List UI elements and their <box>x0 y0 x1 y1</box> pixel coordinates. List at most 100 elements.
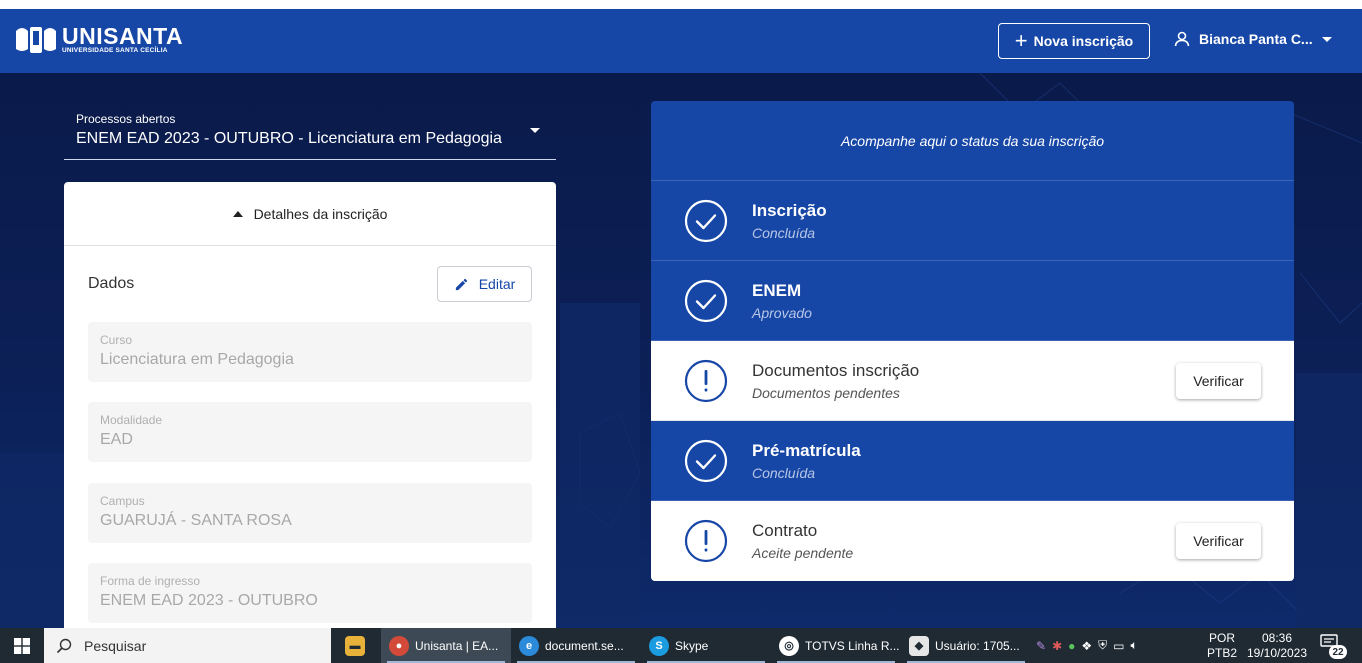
check-circle-icon <box>684 439 728 483</box>
step-title: Documentos inscrição <box>752 361 920 380</box>
notification-center[interactable]: 22 <box>1320 634 1347 659</box>
alert-circle-icon <box>684 359 728 403</box>
verify-contract-button[interactable]: Verificar <box>1176 523 1261 559</box>
step-subtitle: Concluída <box>752 225 816 241</box>
status-heading: Acompanhe aqui o status da sua inscrição <box>651 101 1294 181</box>
field-value: ENEM EAD 2023 - OUTUBRO <box>100 592 318 609</box>
user-menu[interactable]: Bianca Panta C... <box>1174 31 1332 47</box>
field-label: Curso <box>100 333 133 347</box>
check-circle-icon <box>684 199 728 243</box>
app-icon: ◆ <box>909 635 929 656</box>
taskbar-app-skype[interactable]: S Skype <box>641 628 771 663</box>
step-documentos: Documentos inscrição Documentos pendente… <box>651 341 1294 421</box>
unisanta-logo[interactable]: UNISANTA UNIVERSIDADE SANTA CECÍLIA <box>12 23 183 57</box>
search-placeholder: Pesquisar <box>84 637 147 654</box>
chrome-icon: ● <box>389 635 409 656</box>
app-label: document.se... <box>545 638 624 653</box>
step-subtitle: Aprovado <box>752 305 812 321</box>
field-label: Forma de ingresso <box>100 574 201 588</box>
logo-name: UNISANTA <box>62 23 184 49</box>
alert-circle-icon <box>684 519 728 563</box>
check-circle-icon <box>684 279 728 323</box>
language-code: POR <box>1209 631 1236 645</box>
field-value: GUARUJÁ - SANTA ROSA <box>100 512 292 529</box>
step-title: ENEM <box>752 281 802 300</box>
app-label: Usuário: 1705... <box>935 638 1020 653</box>
keyboard-layout: PTB2 <box>1207 646 1238 660</box>
taskbar-search[interactable]: Pesquisar <box>44 628 331 663</box>
step-subtitle: Concluída <box>752 465 816 481</box>
tray-app-icon[interactable]: ✱ <box>1052 639 1062 653</box>
process-select[interactable]: Processos abertos ENEM EAD 2023 - OUTUBR… <box>64 108 556 160</box>
start-button[interactable] <box>0 628 44 663</box>
taskbar-app-chrome[interactable]: ● Unisanta | EA... <box>381 628 511 663</box>
field-value: Licenciatura em Pedagogia <box>100 351 294 368</box>
pencil-icon <box>455 278 467 290</box>
step-contrato: Contrato Aceite pendente Verificar <box>651 501 1294 581</box>
status-panel: Acompanhe aqui o status da sua inscrição… <box>651 101 1294 581</box>
edit-button[interactable]: Editar <box>437 266 532 302</box>
clock-date: 19/10/2023 <box>1246 646 1308 660</box>
field-modality: Modalidade EAD <box>88 402 532 462</box>
process-value: ENEM EAD 2023 - OUTUBRO - Licenciatura e… <box>76 130 502 147</box>
field-course: Curso Licenciatura em Pedagogia <box>88 322 532 382</box>
step-title: Inscrição <box>752 201 827 220</box>
chevron-down-icon <box>530 128 540 133</box>
step-enem: ENEM Aprovado <box>651 261 1294 341</box>
step-title: Contrato <box>752 521 818 540</box>
plus-icon: + <box>1014 28 1028 53</box>
logo-subtitle: UNIVERSIDADE SANTA CECÍLIA <box>62 47 168 54</box>
field-label: Campus <box>100 494 145 508</box>
network-share-icon[interactable]: ❖ <box>1081 639 1092 653</box>
search-icon <box>56 638 72 653</box>
step-inscricao: Inscrição Concluída <box>651 181 1294 261</box>
notification-count: 22 <box>1329 645 1347 659</box>
step-title: Pré-matrícula <box>752 441 861 460</box>
crest-icon <box>12 23 60 57</box>
field-label: Modalidade <box>100 413 163 427</box>
monitor-icon[interactable]: ▭ <box>1113 639 1124 653</box>
enrollment-details-card: Detalhes da inscrição Dados Editar Curso… <box>64 182 556 628</box>
language-indicator[interactable]: POR PTB2 <box>1207 631 1237 661</box>
file-explorer-icon: ▬ <box>345 635 365 656</box>
pen-icon[interactable]: ✎ <box>1036 639 1046 653</box>
security-icon[interactable]: ⛨ <box>1098 638 1107 653</box>
taskbar-app-totvs[interactable]: ◎ TOTVS Linha R... <box>771 628 901 663</box>
taskbar-app-usuario[interactable]: ◆ Usuário: 1705... <box>901 628 1031 663</box>
shield-check-icon[interactable]: ● <box>1068 639 1075 653</box>
process-label: Processos abertos <box>76 112 176 126</box>
windows-icon <box>14 637 30 654</box>
field-value: EAD <box>100 431 133 448</box>
new-enrollment-button[interactable]: + Nova inscrição <box>998 23 1150 59</box>
chevron-down-icon <box>1321 36 1332 42</box>
step-pre-matricula: Pré-matrícula Concluída <box>651 421 1294 501</box>
taskbar-app-edge[interactable]: e document.se... <box>511 628 641 663</box>
clock[interactable]: 08:36 19/10/2023 <box>1244 631 1310 661</box>
chevron-up-icon <box>232 210 243 217</box>
taskbar-app-explorer[interactable]: ▬ <box>337 628 381 663</box>
app-label: Unisanta | EA... <box>415 638 499 653</box>
field-campus: Campus GUARUJÁ - SANTA ROSA <box>88 483 532 543</box>
volume-icon[interactable]: 🔈︎ <box>1131 638 1138 653</box>
system-tray: ✎ ✱ ● ❖ ⛨ ▭ 🔈︎ <box>1036 628 1144 663</box>
top-strip <box>0 0 1362 9</box>
step-subtitle: Documentos pendentes <box>752 385 900 401</box>
totvs-icon: ◎ <box>779 635 799 656</box>
step-subtitle: Aceite pendente <box>752 545 854 561</box>
details-toggle-label: Detalhes da inscrição <box>253 205 388 222</box>
edit-label: Editar <box>478 276 516 292</box>
section-title: Dados <box>88 275 135 292</box>
windows-taskbar: Pesquisar ▬ ● Unisanta | EA... e documen… <box>0 628 1362 663</box>
user-name: Bianca Panta C... <box>1199 31 1313 47</box>
verify-documents-button[interactable]: Verificar <box>1176 363 1261 399</box>
details-toggle[interactable]: Detalhes da inscrição <box>64 182 556 246</box>
field-admission: Forma de ingresso ENEM EAD 2023 - OUTUBR… <box>88 563 532 623</box>
clock-time: 08:36 <box>1261 631 1293 645</box>
app-label: TOTVS Linha R... <box>805 638 900 653</box>
app-label: Skype <box>675 638 709 653</box>
new-enrollment-label: Nova inscrição <box>1033 33 1134 49</box>
edge-icon: e <box>519 635 539 656</box>
skype-icon: S <box>649 635 669 656</box>
app-header: UNISANTA UNIVERSIDADE SANTA CECÍLIA + No… <box>0 9 1362 73</box>
user-icon <box>1174 31 1190 47</box>
